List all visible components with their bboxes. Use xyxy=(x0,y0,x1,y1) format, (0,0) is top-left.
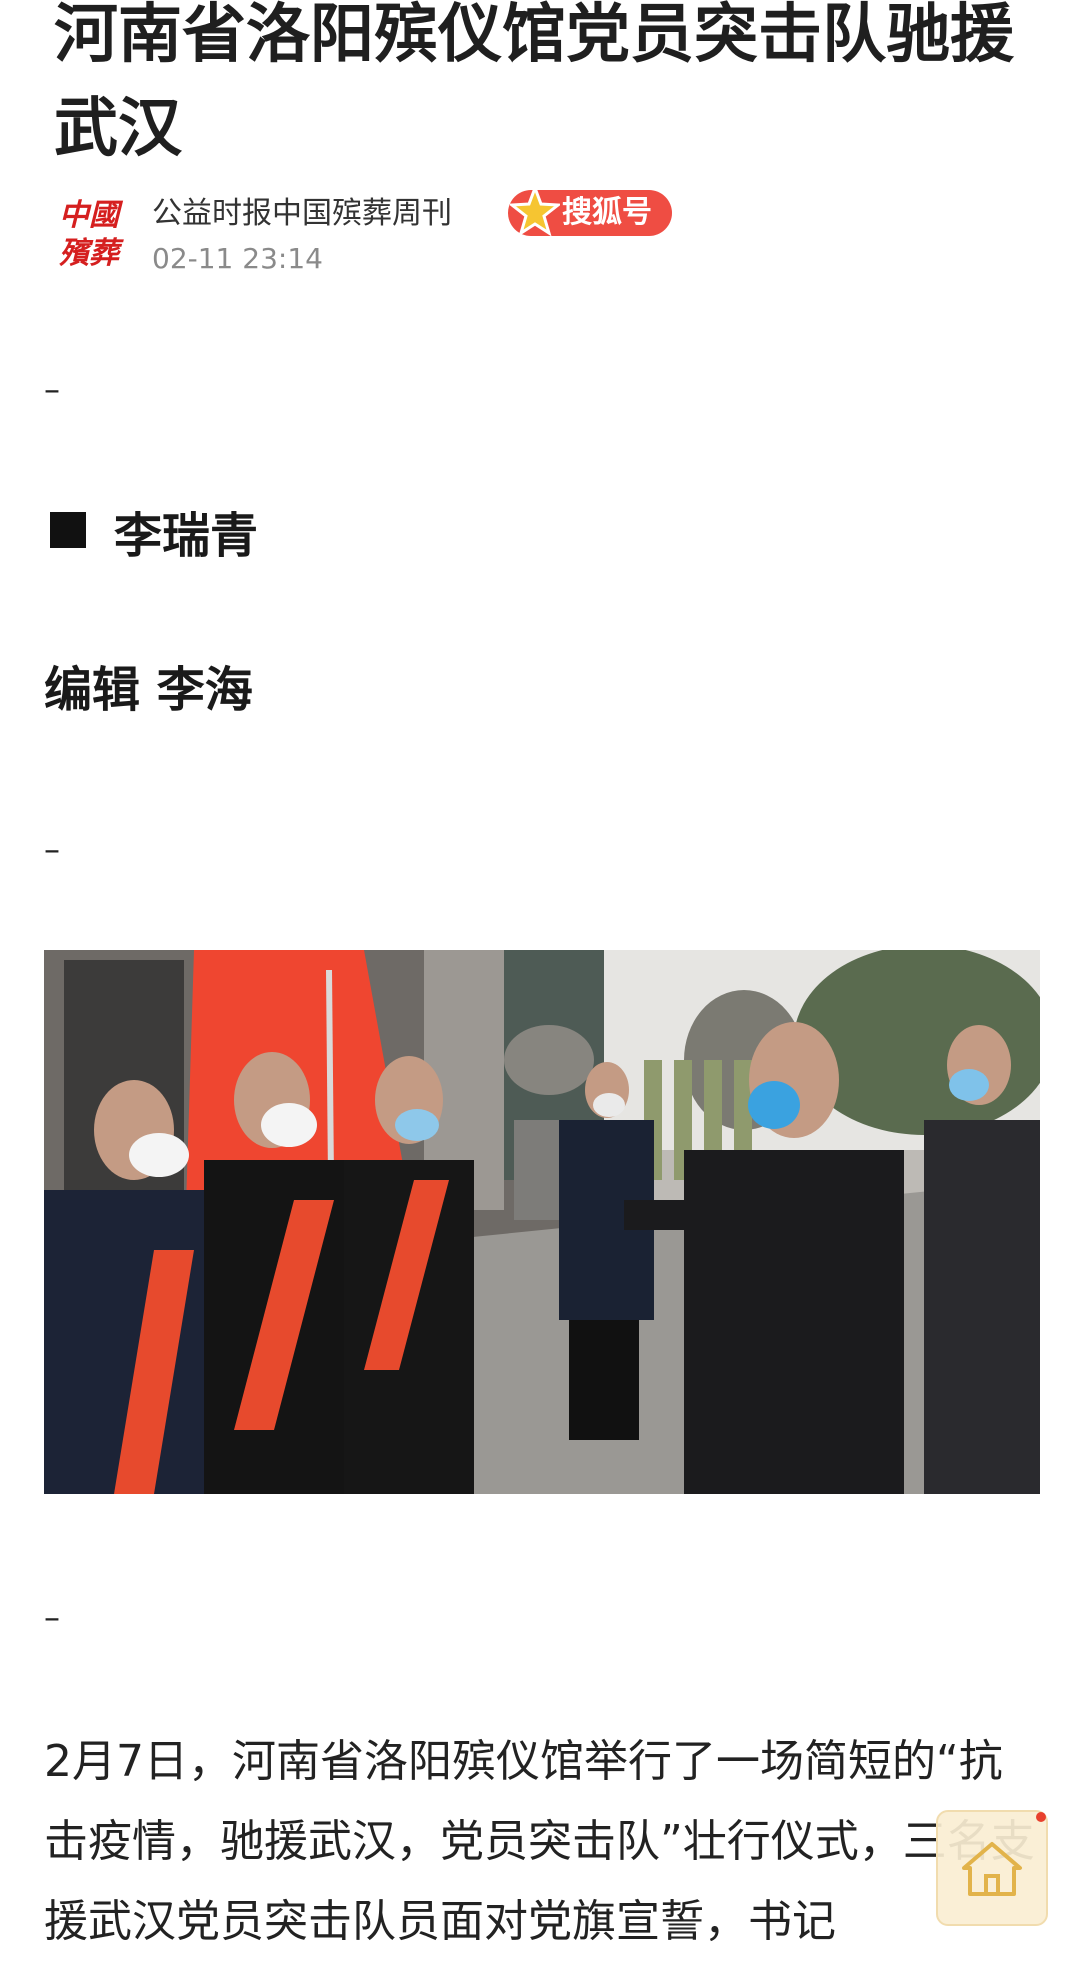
star-icon xyxy=(510,186,560,237)
author-row: 中國 殯葬 公益时报中国殡葬周刊 搜狐号 02-11 23:14 xyxy=(54,186,1034,290)
logo-line-2: 殯葬 xyxy=(59,236,119,271)
editor-line: 编辑 李海 xyxy=(44,662,253,718)
separator-dash: – xyxy=(44,370,60,408)
publish-date: 02-11 23:14 xyxy=(152,242,323,275)
home-icon xyxy=(962,1842,1022,1896)
photo-illustration xyxy=(44,950,1040,1494)
separator-dash: – xyxy=(44,830,60,868)
article-title: 河南省洛阳殡仪馆党员突击队驰援武汉 xyxy=(54,0,1014,166)
separator-dash: – xyxy=(44,1598,60,1636)
logo-line-1: 中國 xyxy=(59,198,119,233)
notification-dot xyxy=(1036,1812,1046,1822)
author-name[interactable]: 公益时报中国殡葬周刊 xyxy=(152,194,452,234)
article-paragraph: 2月7日，河南省洛阳殡仪馆举行了一场简短的“抗击疫情，驰援武汉，党员突击队”壮行… xyxy=(44,1736,1035,1947)
home-float-button[interactable] xyxy=(936,1810,1048,1926)
badge-label: 搜狐号 xyxy=(562,195,652,230)
square-bullet xyxy=(50,512,86,548)
author-logo[interactable]: 中國 殯葬 xyxy=(54,190,124,280)
sohu-badge[interactable]: 搜狐号 xyxy=(508,186,672,237)
article-photo[interactable] xyxy=(44,950,1040,1494)
byline-author: 李瑞青 xyxy=(114,508,259,564)
